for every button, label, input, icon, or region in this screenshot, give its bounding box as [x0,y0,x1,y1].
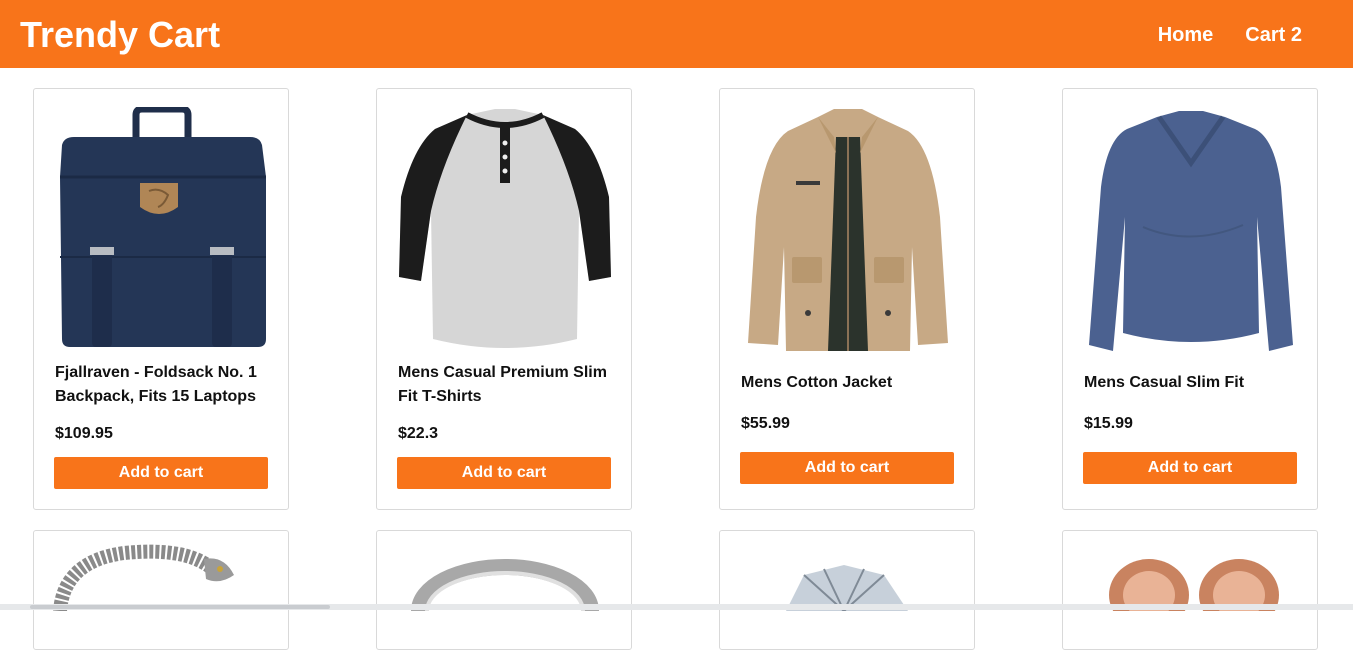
product-title[interactable]: Mens Cotton Jacket [741,371,955,395]
add-to-cart-button[interactable]: Add to cart [740,452,954,484]
nav-cart-link[interactable]: Cart 2 [1245,22,1302,48]
product-price: $55.99 [741,415,790,432]
product-card[interactable] [719,530,975,650]
earrings-image [1109,559,1279,631]
product-price: $22.3 [398,425,439,442]
brand-logo[interactable]: Trendy Cart [20,15,220,55]
product-title[interactable]: Mens Casual Slim Fit [1084,371,1298,395]
product-card[interactable]: Fjallraven - Foldsack No. 1 Backpack, Fi… [33,88,289,510]
product-card[interactable] [1062,530,1318,650]
add-to-cart-button[interactable]: Add to cart [397,457,611,489]
diamond-ring-image [786,565,908,614]
product-price: $15.99 [1084,415,1133,432]
product-price: $109.95 [55,425,113,442]
product-card[interactable]: Mens Cotton Jacket $55.99 Add to cart [719,88,975,510]
top-header: Trendy Cart Home Cart 2 [0,0,1353,68]
product-card[interactable] [33,530,289,650]
product-card[interactable]: Mens Casual Slim Fit $15.99 Add to cart [1062,88,1318,510]
product-title[interactable]: Fjallraven - Foldsack No. 1 Backpack, Fi… [55,361,269,409]
nav-home-link[interactable]: Home [1158,22,1214,48]
horizontal-scrollbar[interactable] [0,604,1353,610]
product-card[interactable]: Mens Casual Premium Slim Fit T-Shirts $2… [376,88,632,510]
add-to-cart-button[interactable]: Add to cart [1083,452,1297,484]
add-to-cart-button[interactable]: Add to cart [54,457,268,489]
product-card[interactable] [376,530,632,650]
scrollbar-thumb[interactable] [30,605,330,609]
top-nav: Home Cart 2 [1158,22,1302,48]
longsleeve-image [1089,111,1293,351]
bracelet-image [53,544,234,612]
tshirt-image [399,109,611,348]
product-title[interactable]: Mens Casual Premium Slim Fit T-Shirts [398,361,612,409]
backpack-image [60,107,266,347]
jacket-image [748,109,948,351]
ring-image [411,559,599,649]
